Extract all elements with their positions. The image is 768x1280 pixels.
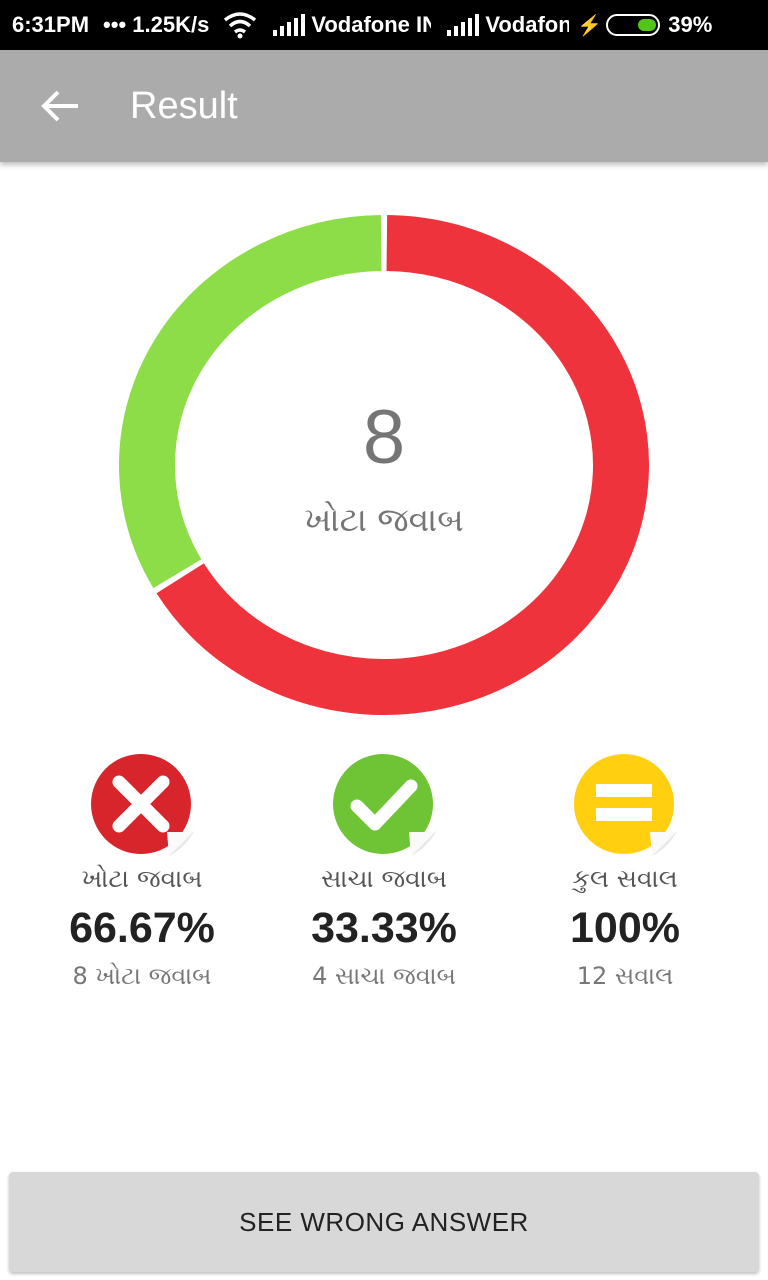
- total-equals-icon: [572, 752, 678, 858]
- stat-sub: 8 ખોટા જવાબ: [72, 962, 212, 990]
- battery-level: [638, 19, 657, 31]
- stat-percent: 66.67%: [69, 904, 215, 952]
- back-button[interactable]: [40, 86, 80, 126]
- stat-total: કુલ સવાલ 100% 12 સવાલ: [505, 752, 745, 994]
- status-network-speed: ••• 1.25K/s: [103, 12, 210, 37]
- battery-percent: 39%: [668, 12, 713, 37]
- stat-label: કુલ સવાલ: [572, 864, 678, 893]
- status-bar: 6:31PM ••• 1.25K/s Vodafone IN Vodafone …: [0, 0, 768, 50]
- stat-correct: સાચા જવાબ 33.33% 4 સાચા જવાબ: [264, 752, 504, 994]
- center-label: ખોટા જવાબ: [304, 500, 464, 539]
- signal-icon: [273, 14, 306, 36]
- stat-label: સાચા જવાબ: [321, 864, 447, 893]
- carrier-name: Vodafone IN: [311, 12, 432, 37]
- stat-sub: 4 સાચા જવાબ: [312, 962, 456, 990]
- correct-check-icon: [331, 752, 437, 858]
- wifi-icon: [224, 12, 257, 39]
- charging-icon: ⚡: [577, 14, 603, 37]
- center-value: 8: [362, 395, 406, 480]
- battery-icon: [606, 14, 661, 36]
- arrow-back-icon: [41, 90, 78, 122]
- signal-icon: [447, 14, 480, 36]
- stat-percent: 100%: [570, 904, 680, 952]
- carrier-name: Vodafone IN: [485, 12, 570, 37]
- stat-sub: 12 સવાલ: [576, 962, 674, 990]
- stat-percent: 33.33%: [311, 904, 457, 952]
- app-bar: Result: [0, 50, 768, 162]
- see-wrong-answer-button[interactable]: SEE WRONG ANSWER: [9, 1172, 759, 1272]
- stat-wrong: ખોટા જવાબ 66.67% 8 ખોટા જવાબ: [22, 752, 262, 994]
- page-title: Result: [130, 84, 238, 127]
- status-time: 6:31PM: [12, 12, 90, 37]
- stat-label: ખોટા જવાબ: [81, 864, 203, 893]
- wrong-cross-icon: [89, 752, 195, 858]
